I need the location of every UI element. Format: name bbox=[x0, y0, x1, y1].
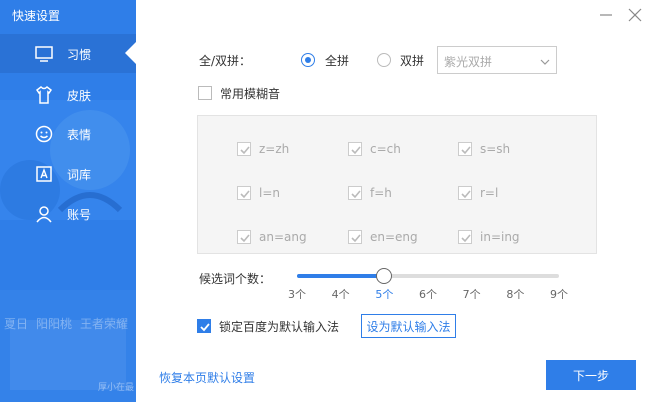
sidebar-item-label: 习惯 bbox=[67, 48, 92, 62]
fuzzy-pinyin-label: 常用模糊音 bbox=[220, 87, 281, 101]
fuzzy-pair-checkbox[interactable] bbox=[348, 230, 362, 244]
fuzzy-pair-checkbox[interactable] bbox=[458, 230, 472, 244]
fuzzy-pair-label: in=ing bbox=[480, 230, 520, 244]
candidate-count-label: 候选词个数： bbox=[199, 272, 272, 286]
fuzzy-pair-checkbox[interactable] bbox=[237, 230, 251, 244]
candidate-count-slider-track[interactable] bbox=[297, 274, 559, 278]
candidate-count-tick[interactable]: 9个 bbox=[550, 286, 568, 302]
lexicon-icon bbox=[34, 164, 54, 184]
full-pinyin-radio[interactable] bbox=[301, 53, 315, 67]
fuzzy-pair-label: c=ch bbox=[370, 142, 401, 156]
double-pinyin-label[interactable]: 双拼 bbox=[400, 52, 424, 69]
close-icon[interactable] bbox=[626, 6, 644, 24]
pinyin-mode-label: 全/双拼： bbox=[199, 54, 252, 68]
fuzzy-pair-label: f=h bbox=[370, 186, 392, 200]
chevron-down-icon bbox=[540, 56, 550, 66]
select-value: 紫光双拼 bbox=[444, 55, 493, 69]
fuzzy-pair-label: en=eng bbox=[370, 230, 418, 244]
shirt-icon bbox=[34, 85, 54, 105]
sidebar-item-skin[interactable]: 皮肤 bbox=[0, 75, 136, 114]
sidebar-item-label: 账号 bbox=[67, 208, 92, 222]
active-indicator bbox=[125, 42, 136, 64]
sidebar-background-categories: 夏日 阳阳桃 王者荣耀 bbox=[4, 315, 128, 332]
sidebar-item-account[interactable]: 账号 bbox=[0, 194, 136, 233]
sidebar: 快速设置 习惯 皮肤 表情 词库 账号 夏日 阳阳桃 王者荣耀 厚小在最 bbox=[0, 0, 136, 402]
full-pinyin-label[interactable]: 全拼 bbox=[325, 52, 349, 69]
fuzzy-pair-label: an=ang bbox=[259, 230, 307, 244]
fuzzy-pinyin-checkbox[interactable] bbox=[198, 86, 212, 100]
next-button[interactable]: 下一步 bbox=[546, 360, 636, 390]
sidebar-item-habit[interactable]: 习惯 bbox=[0, 34, 136, 73]
double-pinyin-scheme-select[interactable]: 紫光双拼 bbox=[437, 46, 557, 74]
fuzzy-pair-label: z=zh bbox=[259, 142, 290, 156]
fuzzy-pair-checkbox[interactable] bbox=[348, 142, 362, 156]
fuzzy-pair-label: l=n bbox=[259, 186, 280, 200]
background-small-text: 厚小在最 bbox=[98, 383, 135, 393]
background-category: 王者荣耀 bbox=[80, 317, 129, 331]
fuzzy-pair-label: r=l bbox=[480, 186, 499, 200]
fuzzy-pairs-panel: z=zh c=ch s=sh l=n f=h r=l an=ang en=eng… bbox=[197, 115, 597, 254]
candidate-count-tick[interactable]: 4个 bbox=[332, 286, 350, 302]
fuzzy-pair-checkbox[interactable] bbox=[237, 186, 251, 200]
candidate-count-tick[interactable]: 8个 bbox=[506, 286, 524, 302]
lock-default-ime-label: 锁定百度为默认输入法 bbox=[219, 320, 340, 334]
slider-fill bbox=[297, 274, 385, 278]
monitor-icon bbox=[34, 44, 54, 64]
sidebar-item-emoji[interactable]: 表情 bbox=[0, 114, 136, 153]
candidate-count-slider-thumb[interactable] bbox=[376, 268, 393, 284]
candidate-count-tick[interactable]: 7个 bbox=[463, 286, 481, 302]
lock-default-ime-checkbox[interactable] bbox=[197, 319, 211, 333]
smiley-icon bbox=[34, 124, 54, 144]
fuzzy-pair-checkbox[interactable] bbox=[458, 186, 472, 200]
sidebar-title: 快速设置 bbox=[12, 9, 61, 23]
sidebar-item-label: 表情 bbox=[67, 128, 92, 142]
fuzzy-pair-label: s=sh bbox=[480, 142, 511, 156]
fuzzy-pair-checkbox[interactable] bbox=[237, 142, 251, 156]
double-pinyin-radio[interactable] bbox=[377, 53, 391, 67]
fuzzy-pair-checkbox[interactable] bbox=[348, 186, 362, 200]
minimize-icon[interactable] bbox=[597, 6, 615, 24]
set-default-ime-button[interactable]: 设为默认输入法 bbox=[361, 314, 456, 338]
background-category: 夏日 bbox=[4, 317, 29, 331]
user-icon bbox=[34, 204, 54, 224]
sidebar-item-label: 皮肤 bbox=[67, 89, 92, 103]
restore-defaults-link[interactable]: 恢复本页默认设置 bbox=[159, 369, 255, 386]
candidate-count-tick[interactable]: 3个 bbox=[288, 286, 306, 302]
candidate-count-tick[interactable]: 5个 bbox=[375, 286, 393, 302]
candidate-count-tick[interactable]: 6个 bbox=[419, 286, 437, 302]
fuzzy-pair-checkbox[interactable] bbox=[458, 142, 472, 156]
sidebar-item-lexicon[interactable]: 词库 bbox=[0, 154, 136, 193]
sidebar-item-label: 词库 bbox=[67, 168, 92, 182]
quick-settings-window: 快速设置 习惯 皮肤 表情 词库 账号 夏日 阳阳桃 王者荣耀 厚小在最 全/双… bbox=[0, 0, 649, 402]
background-category: 阳阳桃 bbox=[36, 317, 73, 331]
